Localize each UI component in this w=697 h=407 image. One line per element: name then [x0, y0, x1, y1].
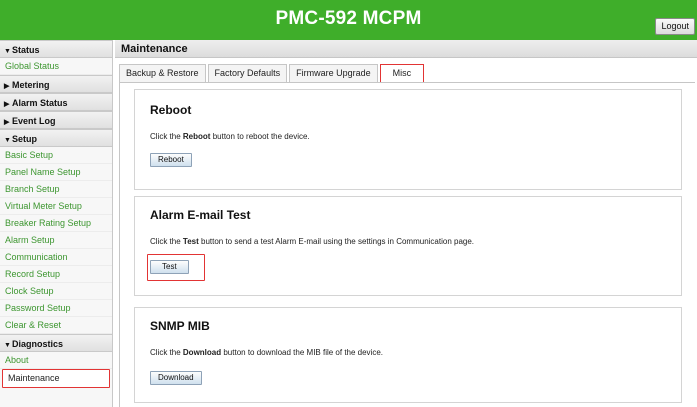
sidebar-section-label: Alarm Status	[12, 98, 68, 108]
sidebar-section-label: Status	[12, 45, 40, 55]
sidebar-section-alarm-status[interactable]: ▶ Alarm Status	[0, 93, 112, 111]
snmp-mib-panel: SNMP MIB Click the Download button to do…	[134, 307, 682, 403]
alarm-email-test-description: Click the Test button to send a test Ala…	[150, 237, 474, 246]
tab-factory-defaults[interactable]: Factory Defaults	[207, 64, 288, 83]
alarm-email-test-heading: Alarm E-mail Test	[150, 208, 251, 222]
sidebar: ▼Status Global Status ▶ Metering ▶ Alarm S…	[0, 40, 113, 407]
download-button[interactable]: Download	[150, 371, 202, 385]
desc-bold: Reboot	[182, 132, 211, 141]
sidebar-item-breaker-rating-setup[interactable]: Breaker Rating Setup	[0, 215, 112, 232]
tab-content: Reboot Click the Reboot button to reboot…	[119, 82, 695, 407]
page-title: Maintenance	[115, 40, 697, 58]
sidebar-item-branch-setup[interactable]: Branch Setup	[0, 181, 112, 198]
app-header: PMC-592 MCPM Logout	[0, 0, 697, 40]
sidebar-section-label: Event Log	[12, 116, 56, 126]
sidebar-section-metering[interactable]: ▶ Metering	[0, 75, 112, 93]
alarm-email-test-panel: Alarm E-mail Test Click the Test button …	[134, 196, 682, 296]
sidebar-item-record-setup[interactable]: Record Setup	[0, 266, 112, 283]
sidebar-item-communication[interactable]: Communication	[0, 249, 112, 266]
sidebar-item-clear-reset[interactable]: Clear & Reset	[0, 317, 112, 334]
sidebar-item-clock-setup[interactable]: Clock Setup	[0, 283, 112, 300]
sidebar-section-event-log[interactable]: ▶ Event Log	[0, 111, 112, 129]
sidebar-section-label: Diagnostics	[12, 339, 64, 349]
reboot-panel: Reboot Click the Reboot button to reboot…	[134, 89, 682, 190]
tab-backup-restore[interactable]: Backup & Restore	[119, 64, 206, 83]
sidebar-section-diagnostics[interactable]: ▼Diagnostics	[0, 334, 112, 352]
sidebar-section-status[interactable]: ▼Status	[0, 40, 112, 58]
sidebar-item-virtual-meter-setup[interactable]: Virtual Meter Setup	[0, 198, 112, 215]
reboot-description: Click the Reboot button to reboot the de…	[150, 132, 310, 141]
desc-text: Click the	[150, 348, 183, 357]
desc-bold: Test	[182, 237, 199, 246]
desc-bold: Download	[182, 348, 222, 357]
tab-firmware-upgrade[interactable]: Firmware Upgrade	[289, 64, 378, 83]
logout-button[interactable]: Logout	[655, 18, 695, 35]
snmp-mib-description: Click the Download button to download th…	[150, 348, 383, 357]
sidebar-item-global-status[interactable]: Global Status	[0, 58, 112, 75]
desc-text: Click the	[150, 237, 183, 246]
tab-misc[interactable]: Misc	[379, 64, 425, 83]
sidebar-item-password-setup[interactable]: Password Setup	[0, 300, 112, 317]
reboot-button[interactable]: Reboot	[150, 153, 192, 167]
sidebar-section-label: Metering	[12, 80, 50, 90]
sidebar-section-setup[interactable]: ▼Setup	[0, 129, 112, 147]
sidebar-item-alarm-setup[interactable]: Alarm Setup	[0, 232, 112, 249]
main-content: Maintenance Backup & Restore Factory Def…	[115, 40, 697, 407]
desc-text: button to download the MIB file of the d…	[221, 348, 384, 357]
desc-text: button to reboot the device.	[210, 132, 310, 141]
snmp-mib-heading: SNMP MIB	[150, 319, 210, 333]
tab-bar: Backup & Restore Factory Defaults Firmwa…	[119, 64, 426, 83]
reboot-heading: Reboot	[150, 103, 192, 117]
app-title: PMC-592 MCPM	[275, 8, 422, 29]
sidebar-section-label: Setup	[12, 134, 38, 144]
desc-text: Click the	[150, 132, 183, 141]
test-button[interactable]: Test	[150, 260, 189, 274]
sidebar-item-about[interactable]: About	[0, 352, 112, 369]
sidebar-item-panel-name-setup[interactable]: Panel Name Setup	[0, 164, 112, 181]
desc-text: button to send a test Alarm E-mail using…	[198, 237, 475, 246]
sidebar-item-basic-setup[interactable]: Basic Setup	[0, 147, 112, 164]
sidebar-item-maintenance[interactable]: Maintenance	[2, 369, 110, 388]
